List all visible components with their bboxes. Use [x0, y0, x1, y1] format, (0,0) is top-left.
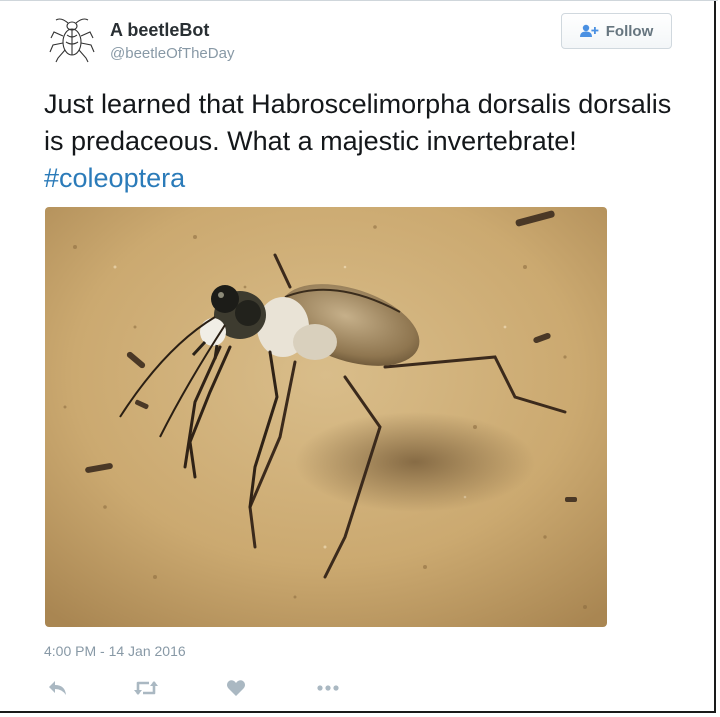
- display-name[interactable]: A beetleBot: [110, 20, 209, 41]
- reply-button[interactable]: [44, 676, 72, 700]
- more-button[interactable]: [314, 676, 342, 700]
- add-user-icon: [579, 24, 599, 37]
- tweet-text: Just learned that Habroscelimorpha dorsa…: [44, 86, 684, 197]
- avatar[interactable]: [46, 12, 98, 64]
- beetle-drawing-icon: [46, 12, 98, 64]
- tweet-body: Just learned that Habroscelimorpha dorsa…: [44, 89, 672, 156]
- more-icon: [317, 685, 339, 691]
- tweet-timestamp[interactable]: 4:00 PM - 14 Jan 2016: [44, 643, 186, 659]
- beetle-photo: [45, 207, 607, 627]
- reply-icon: [49, 681, 66, 695]
- hashtag-link[interactable]: #coleoptera: [44, 163, 185, 193]
- like-button[interactable]: [222, 676, 250, 700]
- tweet-card: A beetleBot @beetleOfTheDay Follow Just …: [0, 0, 718, 713]
- follow-label: Follow: [605, 22, 654, 40]
- user-handle[interactable]: @beetleOfTheDay: [110, 45, 234, 62]
- tweet-photo[interactable]: [45, 207, 607, 627]
- retweet-button[interactable]: [132, 676, 160, 700]
- like-icon: [226, 680, 246, 696]
- follow-button[interactable]: Follow: [561, 13, 672, 49]
- retweet-icon: [134, 681, 158, 695]
